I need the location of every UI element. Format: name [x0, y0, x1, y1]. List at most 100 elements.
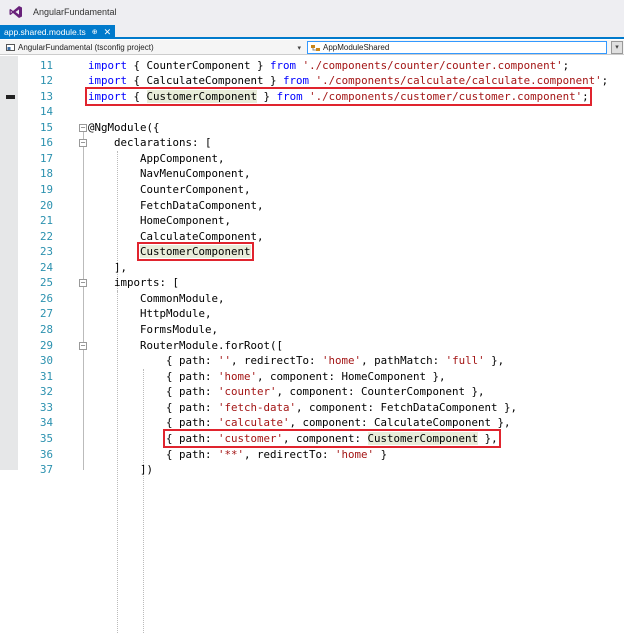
code-line[interactable]: 26 CommonModule,: [0, 291, 624, 307]
code-text: { path: '**', redirectTo: 'home' }: [166, 447, 387, 463]
line-number: 27: [39, 307, 53, 321]
code-text: declarations: [: [114, 135, 212, 151]
code-line[interactable]: 13 import { CustomerComponent } from './c…: [0, 86, 624, 106]
code-token: , component: FetchDataComponent },: [296, 400, 518, 414]
code-line[interactable]: 35 { path: 'customer', component: Custome…: [0, 428, 624, 448]
title-bar: AngularFundamental: [0, 0, 624, 24]
string-literal: 'customer': [218, 431, 284, 445]
code-line[interactable]: 16 − declarations: [: [0, 135, 624, 151]
highlight-box: import { CustomerComponent } from './com…: [85, 86, 592, 106]
code-text: { path: 'customer', component: CustomerC…: [163, 428, 501, 448]
line-number: 34: [39, 416, 53, 430]
line-number: 14: [39, 105, 53, 119]
code-text: import { CustomerComponent } from './com…: [85, 86, 592, 106]
code-token: { path:: [166, 354, 219, 368]
line-number: 33: [39, 400, 53, 414]
code-text: HomeComponent,: [140, 213, 231, 229]
line-number: 28: [39, 323, 53, 337]
code-line[interactable]: 34 { path: 'calculate', component: Calcul…: [0, 415, 624, 431]
code-token: NavMenuComponent,: [140, 167, 251, 181]
keyword: from: [276, 89, 303, 103]
code-token: FetchDataComponent,: [140, 198, 264, 212]
code-token: , component:: [283, 431, 368, 445]
collapse-icon[interactable]: −: [79, 279, 87, 288]
chevron-down-icon[interactable]: ▾: [297, 44, 301, 52]
line-number: 16: [39, 136, 53, 150]
code-line[interactable]: 29 − RouterModule.forRoot([: [0, 338, 624, 354]
code-token: { path:: [166, 385, 219, 399]
code-line[interactable]: 33 { path: 'fetch-data', component: Fetch…: [0, 400, 624, 416]
code-text: imports: [: [114, 275, 179, 291]
line-number: 36: [39, 447, 53, 461]
code-editor[interactable]: 11 import { CounterComponent } from './co…: [0, 56, 624, 633]
tab-app-shared-module[interactable]: app.shared.module.ts ⊕ ✕: [0, 25, 116, 39]
line-number: 26: [39, 291, 53, 305]
code-token: ;: [601, 74, 609, 88]
highlight-box: { path: 'customer', component: CustomerC…: [163, 428, 501, 448]
tab-label: app.shared.module.ts: [4, 27, 86, 37]
code-text: import { CounterComponent } from './comp…: [88, 58, 569, 74]
code-line[interactable]: 15 − @NgModule({: [0, 120, 624, 136]
line-number: 21: [39, 214, 53, 228]
pin-icon[interactable]: ⊕: [92, 28, 98, 36]
code-line[interactable]: 14: [0, 104, 624, 120]
line-number: 12: [39, 74, 53, 88]
project-label: AngularFundamental (tsconfig project): [18, 43, 154, 52]
class-icon: [311, 44, 320, 51]
code-text: ],: [114, 260, 127, 276]
code-line[interactable]: 28 FormsModule,: [0, 322, 624, 338]
line-number: 13: [39, 89, 53, 103]
code-line[interactable]: 24],: [0, 260, 624, 276]
code-line[interactable]: 17 AppComponent,: [0, 151, 624, 167]
code-token: ],: [114, 260, 128, 274]
code-token: },: [484, 354, 505, 368]
project-icon: [6, 43, 15, 51]
code-token: CommonModule,: [140, 291, 225, 305]
keyword: from: [283, 74, 310, 88]
line-number: 11: [39, 58, 53, 72]
string-literal: './components/calculate/calculate.compon…: [315, 74, 602, 88]
code-line[interactable]: 21 HomeComponent,: [0, 213, 624, 229]
code-line[interactable]: 23 CustomerComponent: [0, 242, 624, 262]
code-token: FormsModule,: [140, 323, 219, 337]
code-token: RouterModule.forRoot([: [140, 338, 284, 352]
visual-studio-icon: [9, 6, 22, 18]
code-line[interactable]: 19 CounterComponent,: [0, 182, 624, 198]
code-token: , pathMatch:: [361, 354, 446, 368]
code-line[interactable]: 12 import { CalculateComponent } from './…: [0, 73, 624, 89]
code-line[interactable]: 11 import { CounterComponent } from './co…: [0, 58, 624, 74]
code-line[interactable]: 30 { path: '', redirectTo: 'home', pathMa…: [0, 353, 624, 369]
code-token: ;: [582, 89, 589, 103]
project-dropdown[interactable]: AngularFundamental (tsconfig project) ▾: [2, 41, 304, 54]
string-literal: 'home': [218, 369, 258, 383]
line-number: 29: [39, 338, 53, 352]
chevron-down-icon[interactable]: ▾: [611, 41, 623, 54]
code-text: { path: 'home', component: HomeComponent…: [166, 369, 446, 385]
string-literal: './components/customer/customer.componen…: [309, 89, 583, 103]
code-text: import { CalculateComponent } from './co…: [88, 73, 608, 89]
code-line[interactable]: 25 − imports: [: [0, 275, 624, 291]
code-line[interactable]: 32 { path: 'counter', component: CounterC…: [0, 384, 624, 400]
collapse-icon[interactable]: −: [79, 341, 87, 350]
string-literal: 'home': [322, 354, 362, 368]
code-token: ;: [562, 58, 570, 72]
code-line[interactable]: 36 { path: '**', redirectTo: 'home' }: [0, 447, 624, 463]
code-token: , redirectTo:: [231, 354, 323, 368]
member-dropdown[interactable]: AppModuleShared ▾: [307, 41, 623, 54]
code-line[interactable]: 27 HttpModule,: [0, 306, 624, 322]
code-line[interactable]: 20 FetchDataComponent,: [0, 198, 624, 214]
collapse-icon[interactable]: −: [79, 139, 87, 148]
code-token: HomeComponent,: [140, 214, 232, 228]
line-number: 23: [39, 245, 53, 259]
code-line[interactable]: 31 { path: 'home', component: HomeCompone…: [0, 369, 624, 385]
close-icon[interactable]: ✕: [104, 27, 112, 38]
code-line[interactable]: 18 NavMenuComponent,: [0, 166, 624, 182]
line-number: 32: [39, 385, 53, 399]
code-token: { CalculateComponent }: [127, 74, 284, 88]
code-token: AppComponent,: [140, 151, 225, 165]
collapse-icon[interactable]: −: [79, 123, 87, 132]
keyword: import: [88, 58, 128, 72]
code-line[interactable]: 22 CalculateComponent,: [0, 229, 624, 245]
member-label: AppModuleShared: [323, 43, 390, 52]
line-number: 35: [39, 431, 53, 445]
